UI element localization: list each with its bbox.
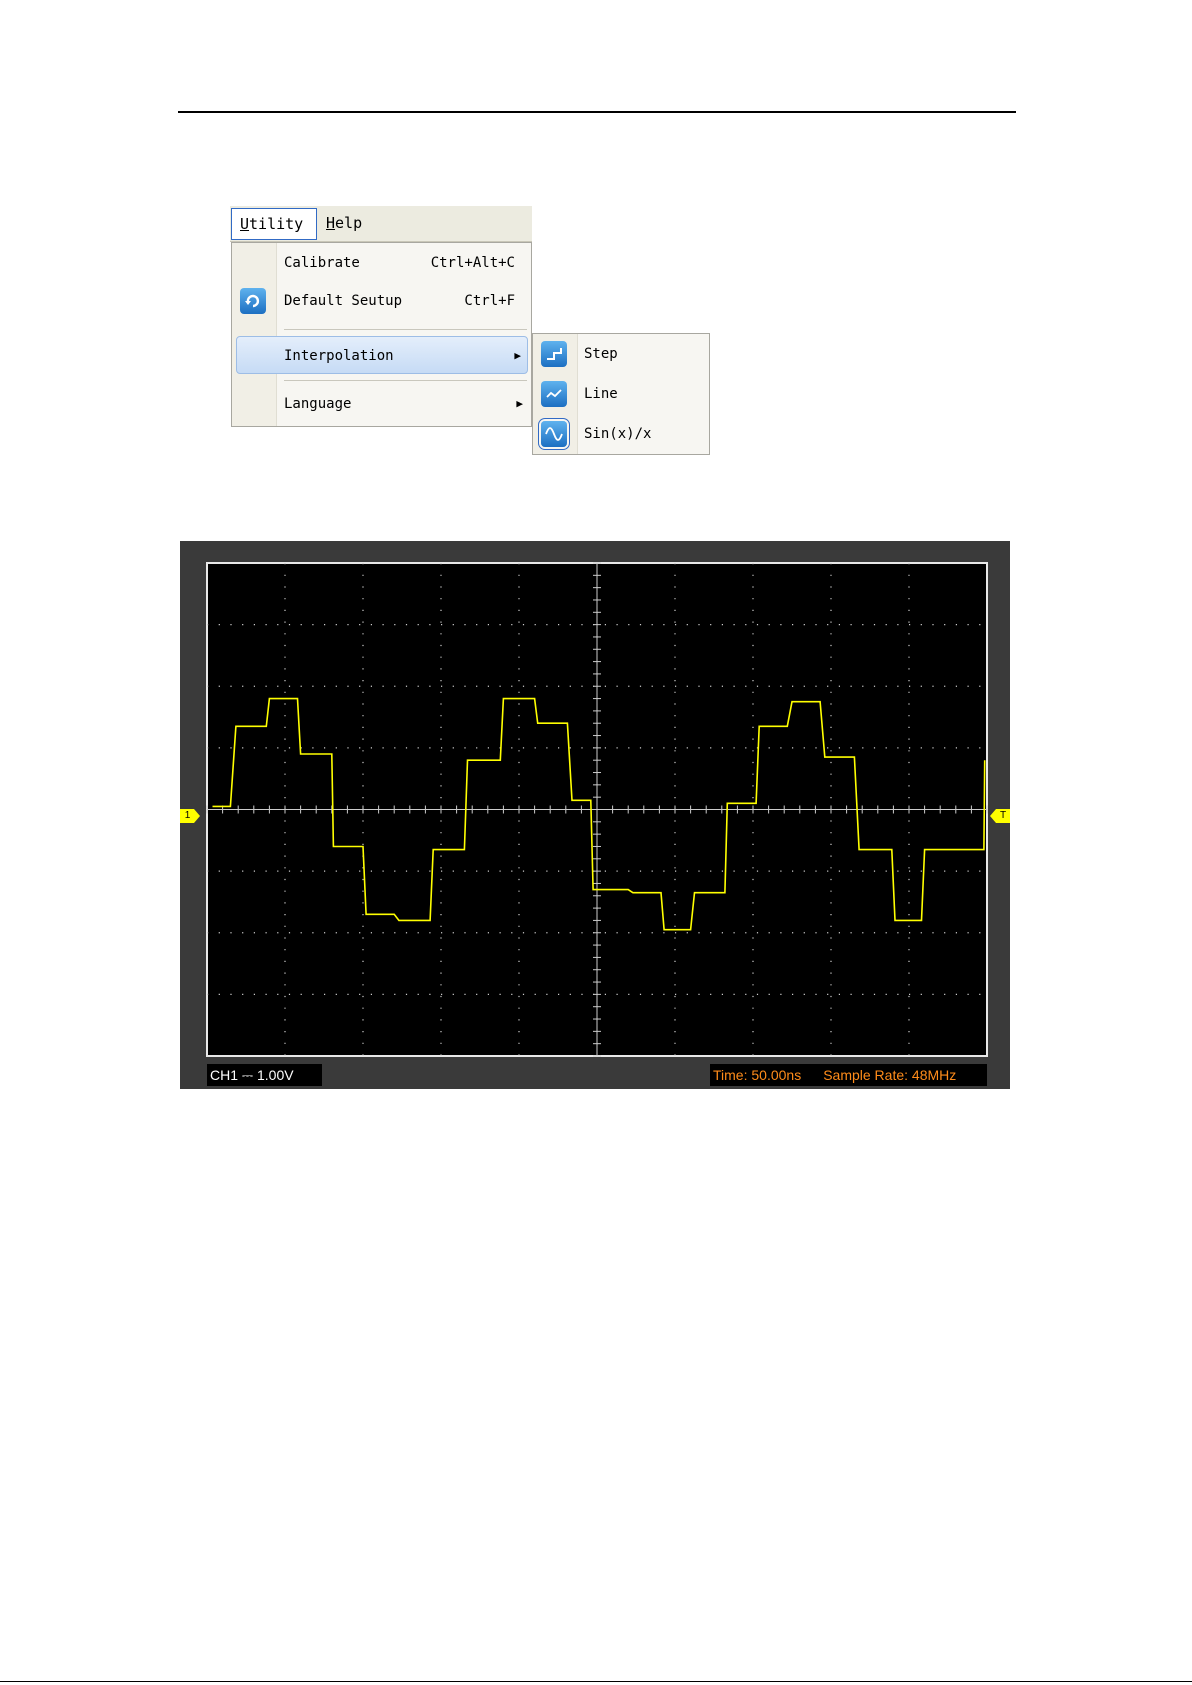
menu-utility-mnemonic: U [240, 215, 250, 233]
menu-help-mnemonic: H [326, 214, 336, 232]
menu-item-label: Calibrate [284, 255, 360, 271]
menu-item-shortcut: Ctrl+F [464, 293, 515, 309]
submenu-item-label: Step [584, 346, 618, 362]
sample-rate: Sample Rate: 48MHz [823, 1067, 957, 1083]
timebase-status: Time: 50.00ns Sample Rate: 48MHz [710, 1064, 987, 1086]
submenu-item-step[interactable]: Step [533, 335, 709, 373]
menu-help-label: elp [335, 214, 363, 232]
menu-bar: Utility Help [230, 206, 532, 242]
menu-item-label: Interpolation [284, 348, 394, 364]
dc-coupling-icon: ⎓ [241, 1067, 254, 1083]
menu-item-calibrate[interactable]: Calibrate Ctrl+Alt+C [232, 245, 531, 281]
utility-dropdown: Calibrate Ctrl+Alt+C Default Seutup Ctrl… [231, 242, 532, 427]
menu-item-language[interactable]: Language ▶ [232, 386, 531, 422]
time-per-div: Time: 50.00ns [713, 1067, 802, 1083]
submenu-item-label: Line [584, 386, 618, 402]
channel-status: CH1 ⎓ 1.00V [207, 1064, 322, 1086]
line-icon [541, 381, 567, 407]
page-footer-rule [0, 1681, 1192, 1682]
menu-item-label: Language [284, 396, 352, 412]
submenu-item-line[interactable]: Line [533, 375, 709, 413]
sine-icon [541, 421, 567, 447]
page-header-rule [178, 111, 1016, 113]
submenu-arrow-icon: ▶ [514, 349, 521, 362]
volts-per-div: 1.00V [256, 1067, 294, 1083]
menu-utility-label: tility [249, 215, 304, 233]
step-icon [541, 341, 567, 367]
submenu-arrow-icon: ▶ [516, 397, 523, 410]
menu-separator [284, 329, 527, 330]
menu-item-shortcut: Ctrl+Alt+C [430, 255, 515, 271]
oscilloscope-display: 1 T CH1 ⎓ 1.00V Time: 50.00ns Sample Rate… [180, 541, 1010, 1089]
interpolation-submenu: Step Line Sin(x)/x [532, 333, 710, 455]
channel-label: CH1 [210, 1067, 239, 1083]
menu-item-interpolation[interactable]: Interpolation ▶ [236, 336, 528, 374]
submenu-item-sinx[interactable]: Sin(x)/x [533, 415, 709, 453]
menu-item-label: Default Seutup [284, 293, 403, 309]
scope-waveform-canvas [206, 562, 988, 1057]
menu-help[interactable]: Help [318, 208, 370, 238]
submenu-item-label: Sin(x)/x [584, 426, 652, 442]
menu-utility[interactable]: Utility [231, 208, 317, 240]
menu-item-default-setup[interactable]: Default Seutup Ctrl+F [232, 283, 531, 319]
menu-separator [284, 380, 527, 381]
default-setup-icon [240, 288, 266, 314]
